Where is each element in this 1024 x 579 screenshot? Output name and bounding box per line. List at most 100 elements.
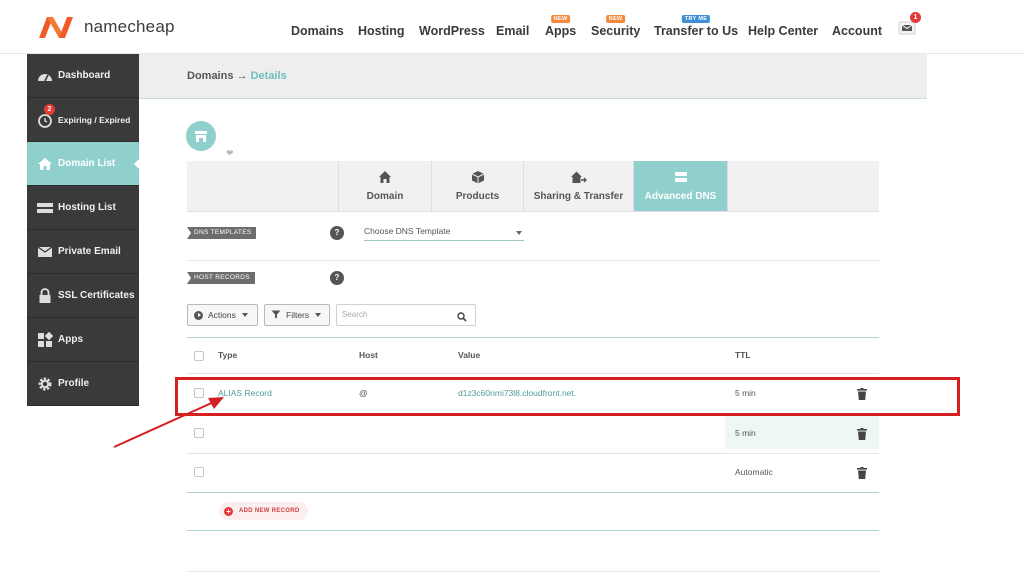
namecheap-logo[interactable]: namecheap — [36, 14, 175, 40]
sidebar-item-label: Dashboard — [58, 70, 111, 81]
new-badge: NEW — [605, 15, 626, 23]
lock-icon — [36, 287, 54, 305]
host-records-help-icon[interactable]: ? — [330, 271, 344, 285]
host-records-tag: HOST RECORDS — [187, 272, 255, 284]
nav-domains-label: Domains — [291, 24, 344, 38]
gauge-icon — [36, 67, 54, 85]
logo-mark-icon — [39, 17, 73, 38]
search-input[interactable]: Search — [336, 304, 476, 326]
table-row[interactable]: 5 min — [187, 416, 879, 449]
tab-label: Sharing & Transfer — [533, 191, 624, 202]
nav-security-label: Security — [591, 24, 641, 38]
tab-label: Advanced DNS — [644, 191, 717, 202]
add-new-record-button[interactable]: + ADD NEW RECORD — [219, 502, 308, 520]
store-icon — [186, 121, 216, 151]
try-me-badge: TRY ME — [681, 15, 711, 23]
sidebar-item-expiring[interactable]: 2 Expiring / Expired — [27, 98, 139, 142]
breadcrumb-bar: Domains → Details — [139, 54, 927, 99]
search-placeholder: Search — [342, 310, 368, 319]
dns-templates-tag: DNS TEMPLATES — [187, 227, 257, 239]
sidebar-item-label: Private Email — [58, 246, 121, 257]
column-header-host: Host — [359, 350, 378, 360]
box-icon — [471, 170, 485, 184]
tab-domain[interactable]: Domain — [338, 161, 431, 211]
heart-icon[interactable]: ❤ — [226, 148, 234, 159]
chevron-down-icon — [516, 231, 522, 235]
nav-hosting[interactable]: Hosting — [358, 24, 405, 38]
home-icon — [36, 155, 54, 173]
sidebar: Dashboard 2 Expiring / Expired Domain Li… — [27, 54, 140, 406]
column-header-ttl: TTL — [735, 350, 751, 360]
record-ttl[interactable]: Automatic — [735, 467, 773, 477]
tab-label: Products — [455, 191, 500, 202]
select-all-checkbox[interactable] — [194, 351, 204, 361]
nav-apps[interactable]: NEW Apps — [545, 15, 576, 38]
actions-button[interactable]: Actions — [187, 304, 258, 326]
tab-label: Domain — [366, 191, 404, 202]
sidebar-item-label: Profile — [58, 378, 90, 389]
apps-icon — [36, 331, 54, 349]
envelope-icon — [36, 243, 54, 261]
nav-account[interactable]: Account — [832, 24, 882, 38]
play-icon — [194, 310, 203, 320]
record-ttl[interactable]: 5 min — [735, 428, 756, 438]
filters-button[interactable]: Filters — [264, 304, 330, 326]
trash-icon[interactable] — [857, 427, 867, 440]
nav-domains[interactable]: Domains — [291, 24, 344, 38]
annotation-arrow-icon — [113, 397, 224, 448]
divider — [187, 571, 879, 572]
actions-label: Actions — [208, 310, 236, 320]
divider — [187, 260, 879, 261]
breadcrumb: Domains → Details — [187, 70, 287, 82]
expiring-count-badge: 2 — [44, 104, 55, 115]
nav-transfer[interactable]: TRY ME Transfer to Us — [654, 15, 739, 38]
sidebar-item-domain-list[interactable]: Domain List — [27, 142, 140, 186]
chevron-down-icon — [315, 313, 322, 317]
tab-sharing-transfer[interactable]: Sharing & Transfer — [523, 161, 633, 211]
nav-transfer-label: Transfer to Us — [654, 24, 739, 38]
sidebar-item-private-email[interactable]: Private Email — [27, 230, 139, 274]
gear-icon — [36, 375, 54, 393]
sidebar-item-label: Expiring / Expired — [58, 114, 131, 125]
nav-email[interactable]: Email — [496, 24, 529, 38]
breadcrumb-parent[interactable]: Domains — [187, 70, 233, 82]
column-header-type: Type — [218, 350, 238, 360]
logo-text: namecheap — [84, 17, 175, 36]
dns-template-select[interactable]: Choose DNS Template — [364, 226, 524, 241]
home-icon — [378, 170, 392, 184]
chevron-down-icon — [241, 313, 248, 317]
nav-security[interactable]: NEW Security — [591, 15, 641, 38]
new-badge: NEW — [550, 15, 571, 23]
page: namecheap Domains Hosting WordPress Emai… — [0, 0, 1024, 579]
row-checkbox[interactable] — [194, 467, 204, 477]
nav-help-center-label: Help Center — [748, 24, 819, 38]
tab-products[interactable]: Products — [431, 161, 523, 211]
divider — [187, 530, 879, 531]
dns-template-value: Choose DNS Template — [364, 226, 451, 236]
nav-account-label: Account — [832, 24, 882, 38]
share-home-icon — [570, 170, 588, 184]
nav-wordpress[interactable]: WordPress — [419, 24, 485, 38]
server-icon — [36, 199, 54, 217]
domain-tabs: Domain Products Sharing & Transfer Advan… — [187, 161, 879, 212]
annotation-highlight-box — [175, 377, 960, 416]
trash-icon[interactable] — [857, 466, 867, 479]
sidebar-item-ssl[interactable]: SSL Certificates — [27, 274, 139, 318]
mail-count-badge: 1 — [910, 12, 921, 23]
nav-wordpress-label: WordPress — [419, 24, 485, 38]
divider — [187, 337, 879, 338]
table-row[interactable]: Automatic — [187, 455, 879, 488]
sidebar-item-label: Hosting List — [58, 202, 116, 213]
search-icon[interactable] — [457, 310, 467, 330]
nav-email-label: Email — [496, 24, 530, 38]
dns-icon — [674, 170, 688, 184]
dns-templates-help-icon[interactable]: ? — [330, 226, 344, 240]
sidebar-item-hosting-list[interactable]: Hosting List — [27, 186, 139, 230]
sidebar-item-label: Apps — [58, 334, 83, 345]
sidebar-item-label: Domain List — [58, 158, 116, 169]
sidebar-item-apps[interactable]: Apps — [27, 318, 139, 362]
nav-help-center[interactable]: Help Center — [748, 24, 818, 38]
tab-advanced-dns[interactable]: Advanced DNS — [633, 161, 727, 211]
divider — [187, 492, 879, 493]
sidebar-item-dashboard[interactable]: Dashboard — [27, 54, 139, 98]
